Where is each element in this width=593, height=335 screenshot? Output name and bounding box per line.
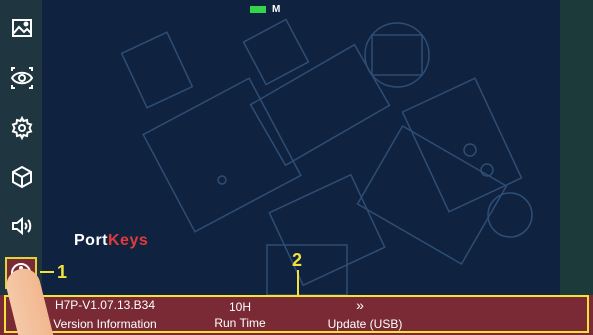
image-icon [12,19,32,37]
battery-icon [250,6,266,13]
bar-highlight-frame [4,295,589,333]
callout-2: 2 [292,250,303,270]
sidebar-settings-button[interactable] [6,112,38,144]
sidebar-3d-button[interactable] [6,161,38,193]
sidebar-view-button[interactable] [6,62,38,94]
eye-icon [10,67,34,89]
sidebar-image-button[interactable] [6,12,38,44]
cube-icon [12,165,32,189]
brand-logo: PortKeys [74,232,149,249]
callout-1: 1 [57,262,68,282]
callout-line-2 [297,270,299,296]
sidebar-audio-button[interactable] [6,210,38,242]
right-edge-panel [560,0,593,295]
sidebar [0,0,42,295]
monitor-screen: M PortKeys H7P-V1.07.13.B34 Version Info… [0,0,593,335]
speaker-icon [12,216,32,236]
callout-line-1 [40,271,54,273]
gear-icon [11,116,33,140]
status-text: M [272,4,281,15]
status-indicator: M [250,4,280,15]
